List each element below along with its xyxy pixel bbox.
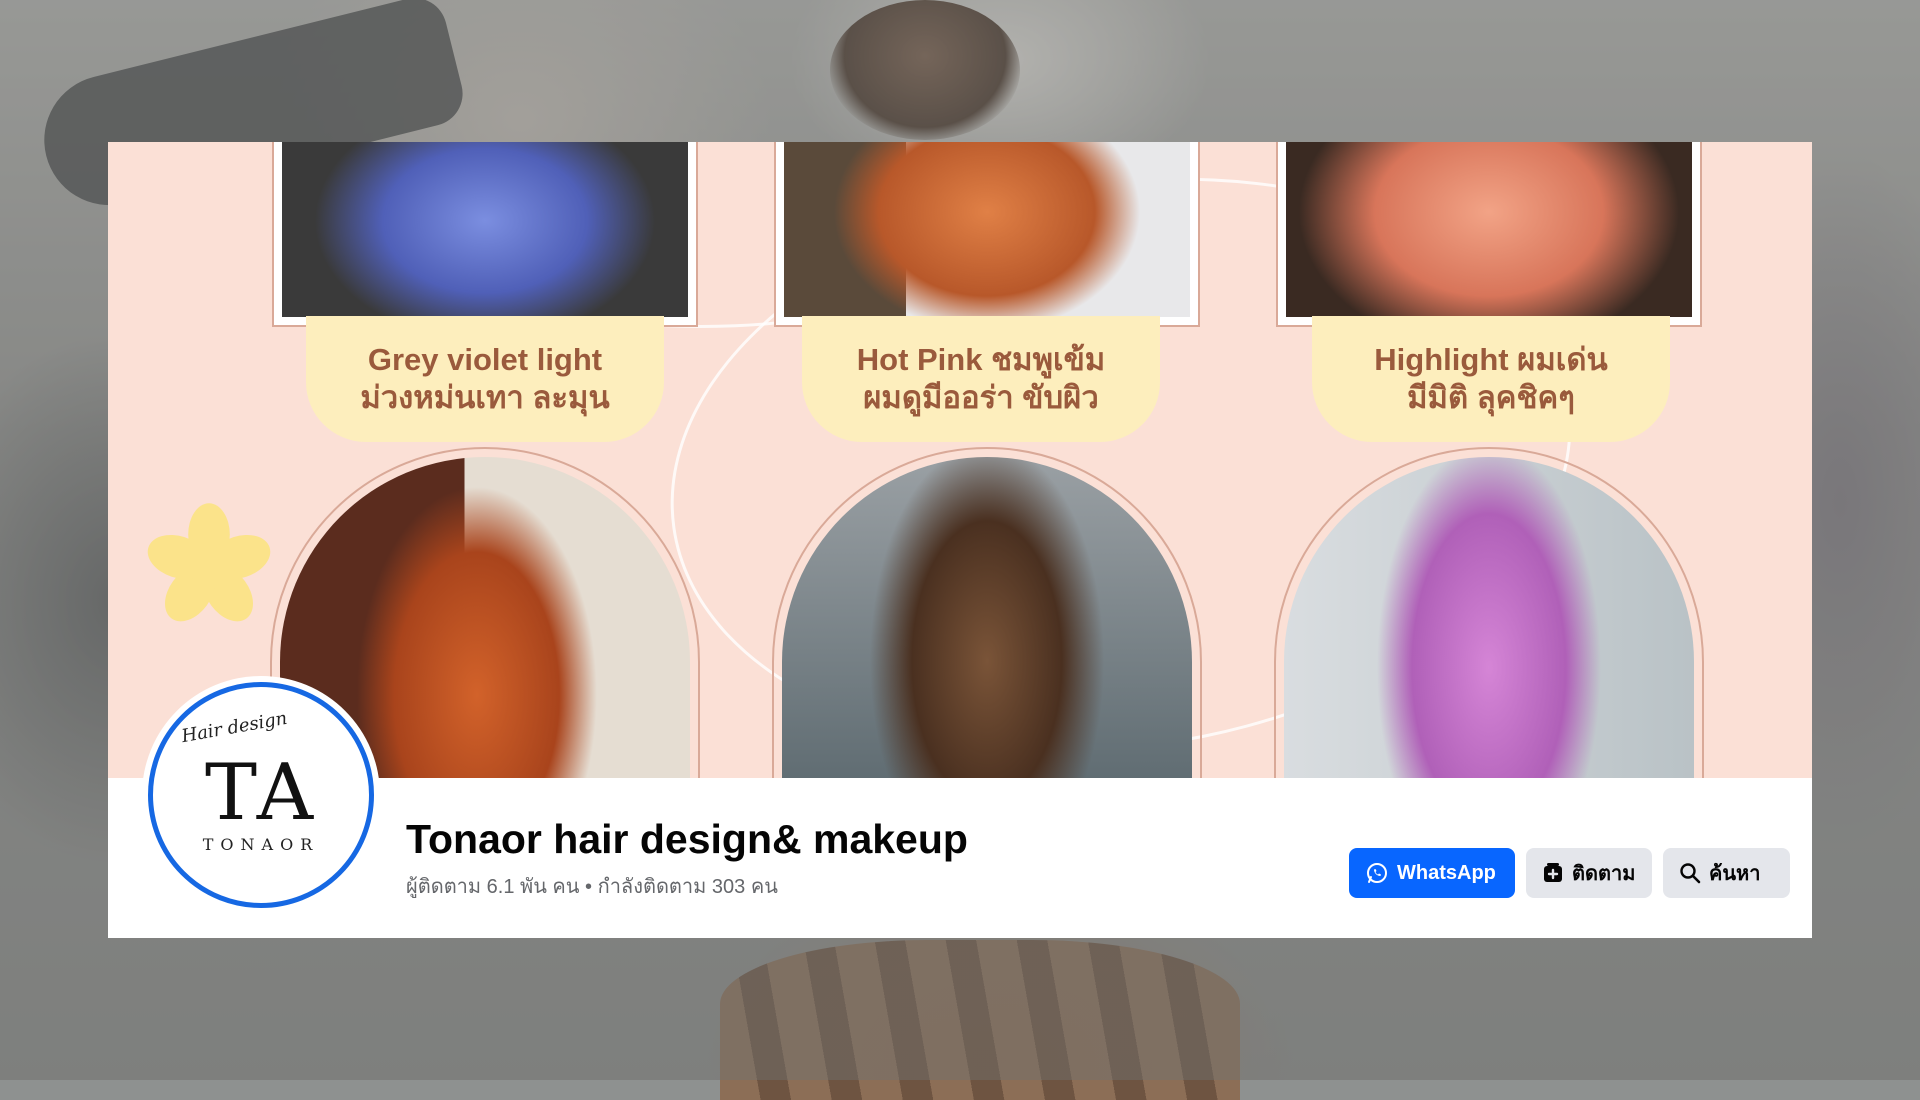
style-label-title: Hot Pink ชมพูเข้ม (856, 342, 1106, 377)
follow-button-label: ติดตาม (1572, 863, 1636, 885)
search-button[interactable]: ค้นหา (1663, 848, 1790, 898)
page-title[interactable]: Tonaor hair design& makeup (406, 816, 968, 863)
follow-button[interactable]: ติดตาม (1526, 848, 1652, 898)
cover-photo[interactable]: Grey violet light ม่วงหม่นเทา ละมุน Hot … (108, 142, 1812, 778)
flower-decoration-icon (147, 503, 271, 622)
hair-photo-highlight (1276, 142, 1702, 327)
search-button-label: ค้นหา (1709, 863, 1761, 885)
style-label-1: Grey violet light ม่วงหม่นเทา ละมุน (306, 316, 664, 442)
hair-photo-grey-violet (272, 142, 698, 327)
style-label-subtitle: ม่วงหม่นเทา ละมุน (360, 380, 610, 415)
whatsapp-button[interactable]: WhatsApp (1349, 848, 1515, 898)
style-label-title: Grey violet light (367, 342, 603, 377)
search-icon (1680, 863, 1701, 884)
style-label-subtitle: มีมิติ ลุคชิคๆ (1407, 380, 1575, 415)
page-follower-stats[interactable]: ผู้ติดตาม 6.1 พัน คน • กำลังติดตาม 303 ค… (406, 870, 778, 902)
logo-letters: TA (204, 747, 318, 838)
profile-avatar[interactable]: TA Hair design TONAOR (148, 682, 374, 908)
whatsapp-icon (1367, 863, 1387, 883)
facebook-page-header: Grey violet light ม่วงหม่นเทา ละมุน Hot … (108, 142, 1812, 938)
style-label-subtitle: ผมดูมีออร่า ขับผิว (863, 380, 1099, 415)
follow-icon (1544, 863, 1562, 882)
hair-photo-hot-pink (774, 142, 1200, 327)
whatsapp-button-label: WhatsApp (1397, 861, 1496, 884)
style-label-title: Highlight ผมเด่น (1374, 342, 1608, 377)
logo-script: Hair design (179, 707, 289, 748)
style-label-3: Highlight ผมเด่น มีมิติ ลุคชิคๆ (1312, 316, 1670, 442)
style-label-2: Hot Pink ชมพูเข้ม ผมดูมีออร่า ขับผิว (802, 316, 1160, 442)
